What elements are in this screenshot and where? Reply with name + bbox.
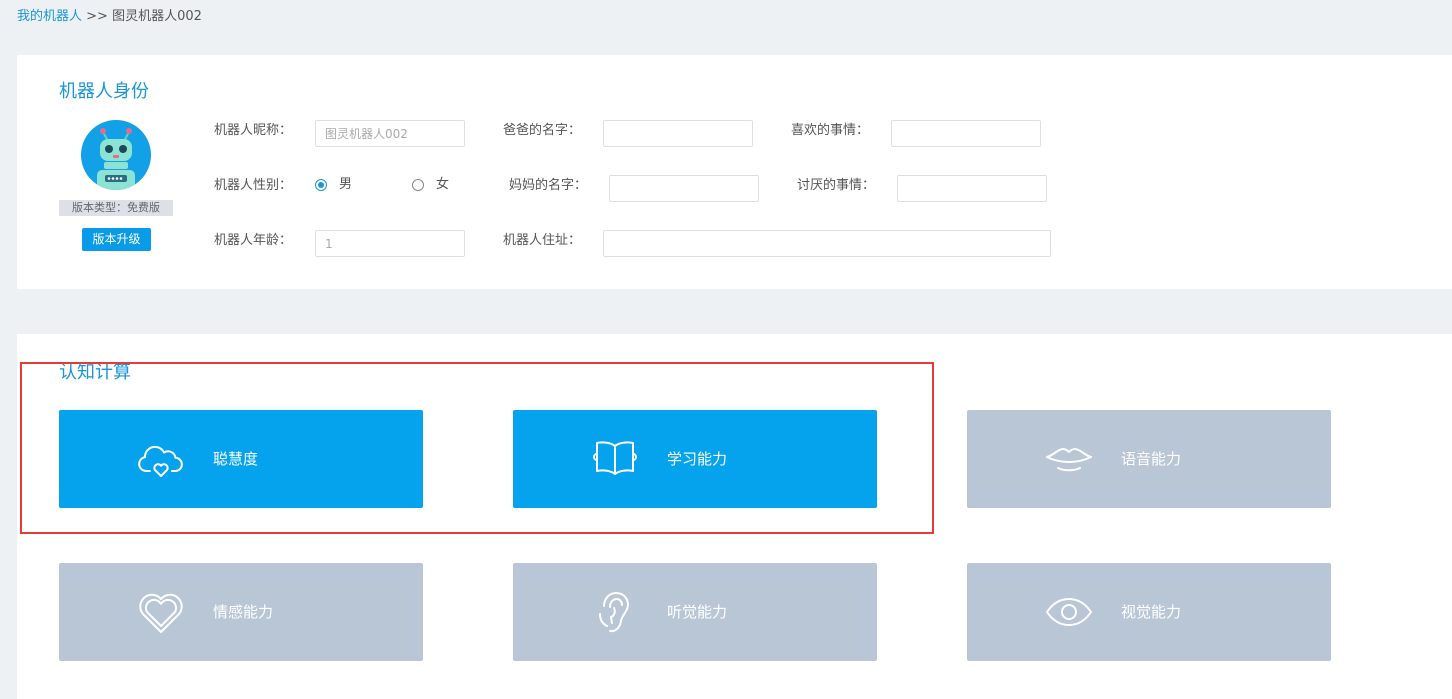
breadcrumb: 我的机器人 >> 图灵机器人002 <box>17 5 202 24</box>
eye-icon <box>1045 589 1093 635</box>
tile-speech-label: 语音能力 <box>1121 450 1182 468</box>
tile-intelligence-label: 聪慧度 <box>213 450 259 468</box>
father-name-label: 爸爸的名字： <box>503 123 582 138</box>
identity-title: 机器人身份 <box>59 81 149 102</box>
tile-emotion[interactable]: 情感能力 <box>59 563 423 661</box>
breadcrumb-separator: >> <box>82 9 113 24</box>
gender-radio-female[interactable] <box>412 179 424 191</box>
nickname-label: 机器人昵称： <box>214 123 293 138</box>
tile-learning-label: 学习能力 <box>667 450 728 468</box>
cloud-heart-icon <box>137 436 185 482</box>
ear-icon <box>591 589 639 635</box>
likes-label: 喜欢的事情： <box>791 123 870 138</box>
tile-vision-label: 视觉能力 <box>1121 603 1182 621</box>
mother-name-label: 妈妈的名字： <box>509 178 588 193</box>
tile-hearing[interactable]: 听觉能力 <box>513 563 877 661</box>
version-type-badge: 版本类型：免费版 <box>59 200 173 216</box>
likes-input[interactable] <box>891 120 1041 147</box>
age-label: 机器人年龄： <box>214 233 293 248</box>
tile-hearing-label: 听觉能力 <box>667 603 728 621</box>
gender-option-female: 女 <box>436 177 450 192</box>
tile-speech[interactable]: 语音能力 <box>967 410 1331 508</box>
heart-icon <box>137 589 185 635</box>
lips-icon <box>1045 436 1093 482</box>
dislikes-input[interactable] <box>897 175 1047 202</box>
cognition-title: 认知计算 <box>59 362 131 383</box>
address-label: 机器人住址： <box>503 233 582 248</box>
book-icon <box>591 436 639 482</box>
gender-radio-male[interactable] <box>315 179 327 191</box>
gender-label: 机器人性别： <box>214 178 293 193</box>
tile-intelligence[interactable]: 聪慧度 <box>59 410 423 508</box>
robot-avatar-icon <box>97 128 135 190</box>
identity-panel: 机器人身份 版本类型：免费版 版本升级 机器人昵称： 爸爸的名字： 喜欢的事情：… <box>17 55 1452 289</box>
mother-name-input[interactable] <box>609 175 759 202</box>
address-input[interactable] <box>603 230 1051 257</box>
dislikes-label: 讨厌的事情： <box>797 178 876 193</box>
father-name-input[interactable] <box>603 120 753 147</box>
upgrade-button[interactable]: 版本升级 <box>82 228 151 251</box>
breadcrumb-link-my-robots[interactable]: 我的机器人 <box>17 9 82 24</box>
tile-emotion-label: 情感能力 <box>213 603 274 621</box>
nickname-input[interactable] <box>315 120 465 147</box>
age-input[interactable] <box>315 230 465 257</box>
breadcrumb-current: 图灵机器人002 <box>112 9 202 24</box>
tile-learning[interactable]: 学习能力 <box>513 410 877 508</box>
tile-vision[interactable]: 视觉能力 <box>967 563 1331 661</box>
gender-option-male: 男 <box>339 177 353 192</box>
robot-avatar <box>81 120 151 190</box>
